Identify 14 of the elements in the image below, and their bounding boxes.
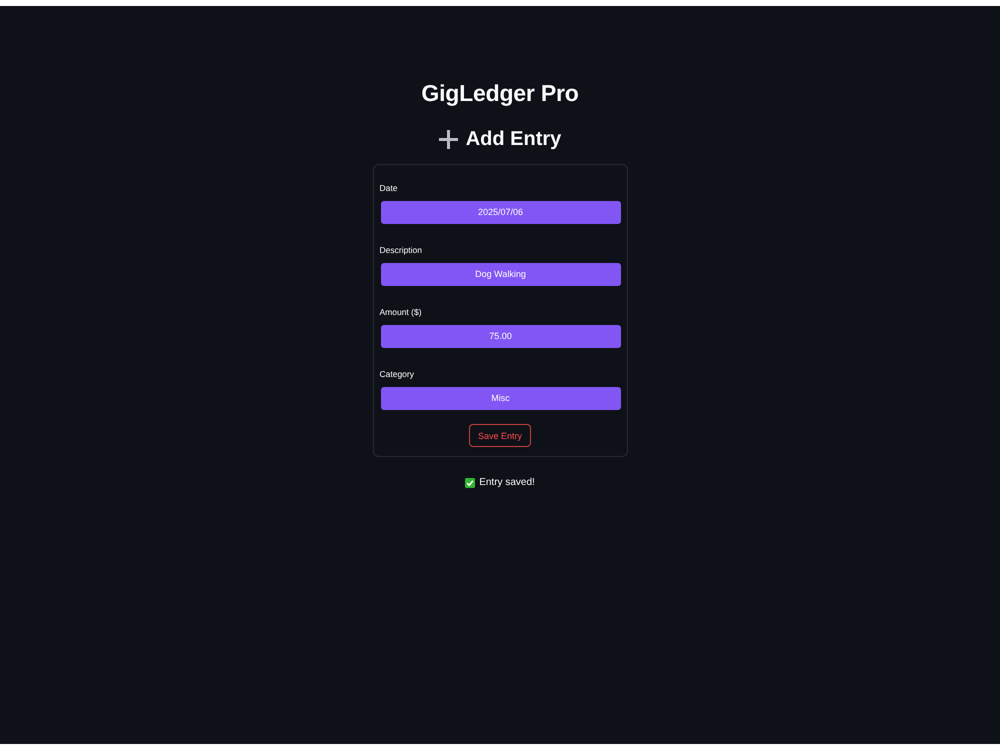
plus-icon	[438, 130, 458, 148]
field-label: Date	[380, 182, 398, 194]
input-field[interactable]: Dog Walking	[380, 263, 620, 286]
section-heading: Add Entry	[466, 127, 562, 152]
field-label: Description	[380, 244, 424, 256]
field-label: Amount ($)	[380, 306, 423, 318]
input-field[interactable]: 2025/07/06	[380, 201, 620, 224]
input-field[interactable]: 75.00	[380, 325, 620, 348]
input-field[interactable]: Misc	[380, 387, 620, 410]
field-label: Category	[380, 368, 415, 380]
status-message: Entry saved!	[479, 477, 535, 489]
app-title: GigLedger Pro	[421, 79, 579, 108]
save-button[interactable]: Save Entry	[468, 424, 532, 447]
check-icon	[465, 478, 476, 488]
